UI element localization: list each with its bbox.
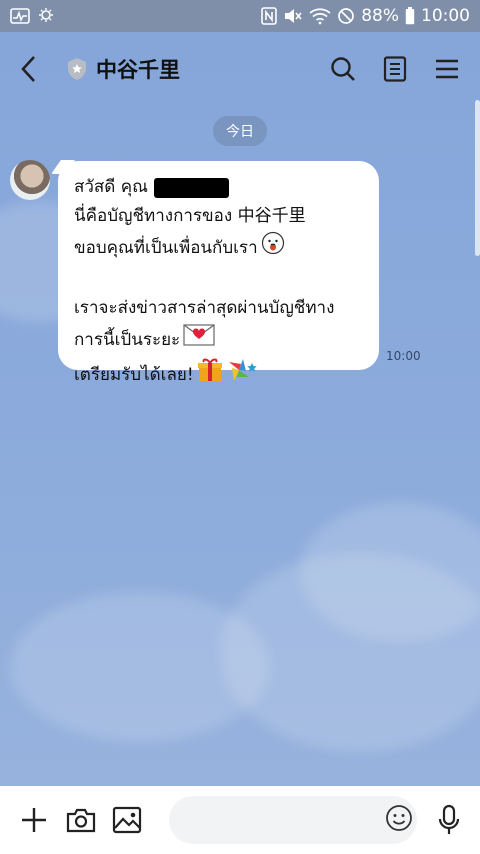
emoji-icon (386, 805, 413, 831)
menu-icon (436, 59, 458, 79)
gift-icon (197, 357, 223, 393)
redacted-name (153, 177, 229, 198)
battery-icon (405, 7, 415, 25)
message-line: สวัสดี คุณ (74, 177, 148, 197)
pinwheel-icon (226, 357, 258, 393)
chat-header: 中谷千里 (0, 32, 480, 106)
scrollbar[interactable] (475, 100, 480, 256)
status-bar: 88% 10:00 (0, 0, 480, 32)
message-line: นี่คือบัญชีทางการของ 中谷千里 (74, 206, 306, 226)
mute-icon (283, 7, 303, 25)
mic-icon (438, 804, 459, 834)
plus-button[interactable] (16, 801, 52, 839)
message-line: การนี้เป็นระยะ (74, 329, 181, 350)
notes-icon (383, 56, 407, 82)
avatar[interactable] (10, 160, 50, 200)
image-icon (112, 806, 142, 834)
search-button[interactable] (328, 54, 358, 84)
mic-button[interactable] (433, 800, 464, 840)
message-timestamp: 10:00 (386, 349, 421, 363)
shield-icon (66, 57, 88, 81)
composer-bar (0, 786, 480, 854)
emoji-button[interactable] (385, 804, 413, 836)
chevron-left-icon (21, 56, 35, 82)
message-line: เตรียมรับได้เลย! (74, 364, 194, 385)
image-button[interactable] (109, 801, 145, 839)
camera-button[interactable] (62, 801, 98, 839)
menu-button[interactable] (432, 54, 462, 84)
notes-button[interactable] (380, 54, 410, 84)
chat-title: 中谷千里 (96, 58, 180, 82)
back-button[interactable] (18, 49, 54, 89)
battery-percent: 88% (361, 6, 399, 26)
message-line: ขอบคุณที่เป็นเพื่อนกับเรา (74, 237, 258, 258)
nfc-icon (261, 7, 278, 25)
love-letter-icon (183, 323, 215, 357)
message-input[interactable] (185, 810, 386, 830)
brown-bear-emoji-icon (261, 231, 285, 265)
camera-icon (66, 808, 95, 833)
plus-icon (22, 808, 47, 832)
activity-icon (10, 8, 30, 24)
message-line: เราจะส่งข่าวสารล่าสุดผ่านบัญชีทาง (74, 298, 335, 318)
message-input-container[interactable] (169, 796, 418, 844)
date-separator: 今日 (213, 116, 267, 146)
weather-icon (38, 7, 58, 25)
dnd-icon (337, 7, 355, 25)
message-bubble[interactable]: สวัสดี คุณ นี่คือบัญชีทางการของ 中谷千里 ขอบ… (58, 161, 379, 385)
clock: 10:00 (421, 6, 470, 26)
search-icon (331, 57, 355, 81)
wifi-icon (309, 7, 331, 25)
